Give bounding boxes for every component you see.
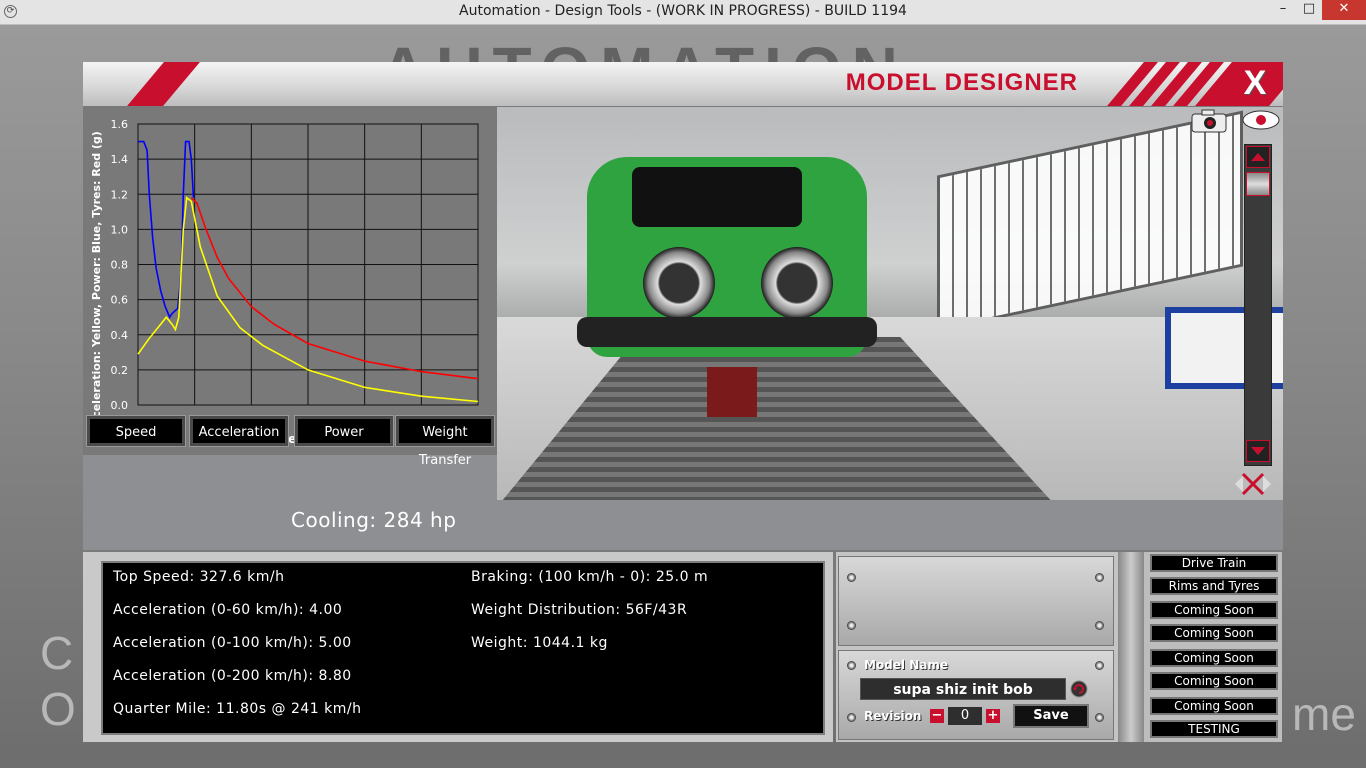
chart-y-tick-label: 0.8	[111, 259, 129, 272]
chevron-up-icon	[1251, 153, 1265, 161]
model-designer-window: MODEL DESIGNER X 0.0 0.2 0.4 0.6 0.8 1.0…	[83, 62, 1283, 550]
chart-y-tick-label: 1.6	[111, 118, 129, 131]
zoom-in-button[interactable]	[1246, 146, 1270, 168]
model-name-label: Model Name	[864, 658, 948, 672]
chart-y-axis-label: Acceleration: Yellow, Power: Blue, Tyres…	[90, 131, 103, 433]
background-text-left: C O	[40, 627, 76, 735]
menu-coming-soon[interactable]: Coming Soon	[1150, 601, 1278, 619]
screw	[1095, 713, 1104, 722]
car-headlamp-left	[643, 247, 715, 319]
stats-screen: Top Speed: 327.6 km/h Acceleration (0-60…	[101, 561, 825, 735]
zoom-out-button[interactable]	[1246, 440, 1270, 462]
menu-testing[interactable]: TESTING	[1150, 720, 1278, 738]
performance-graph-panel: 0.00.20.40.60.81.01.21.41.60102030 Accel…	[83, 107, 497, 455]
minimize-button[interactable]: –	[1270, 0, 1296, 20]
stats-panel: Top Speed: 327.6 km/h Acceleration (0-60…	[83, 552, 833, 742]
screw	[847, 573, 856, 582]
window-title: Automation - Design Tools - (WORK IN PRO…	[459, 3, 907, 19]
chart-series-line-1	[190, 197, 479, 380]
header-stripe	[113, 62, 209, 106]
chart-y-tick-label: 0.0	[111, 399, 129, 412]
car-windscreen	[632, 167, 802, 227]
tab-weight-transfer[interactable]: Weight Transfer	[395, 415, 495, 468]
background-text-right: me	[1292, 688, 1356, 740]
stat-quarter-mile: Quarter Mile: 11.80s @ 241 km/h	[113, 701, 362, 717]
tab-acceleration[interactable]: Acceleration	[189, 415, 289, 447]
car-3d-viewport[interactable]	[497, 107, 1283, 500]
stat-weight: Weight: 1044.1 kg	[471, 635, 608, 651]
chart-y-tick-label: 1.2	[111, 188, 129, 201]
car-headlamp-right	[761, 247, 833, 319]
chart-y-tick-label: 1.0	[111, 223, 129, 236]
menu-coming-soon[interactable]: Coming Soon	[1150, 672, 1278, 690]
camera-icon[interactable]	[1190, 108, 1228, 134]
designer-side-menu: Drive Train Rims and Tyres Coming Soon C…	[1118, 552, 1282, 742]
menu-rims-and-tyres[interactable]: Rims and Tyres	[1150, 577, 1278, 595]
info-plate-top	[838, 556, 1114, 646]
stat-accel-0-200: Acceleration (0-200 km/h): 8.80	[113, 668, 352, 684]
chart-y-tick-label: 0.2	[111, 364, 129, 377]
stat-weight-distribution: Weight Distribution: 56F/43R	[471, 602, 688, 618]
stat-accel-0-100: Acceleration (0-100 km/h): 5.00	[113, 635, 352, 651]
garage-window	[937, 110, 1243, 332]
menu-coming-soon[interactable]: Coming Soon	[1150, 649, 1278, 667]
stat-braking: Braking: (100 km/h - 0): 25.0 m	[471, 569, 709, 585]
chevron-down-icon	[1251, 447, 1265, 455]
revision-decrement-button[interactable]: −	[930, 709, 944, 723]
menu-drive-train[interactable]: Drive Train	[1150, 554, 1278, 572]
eye-icon[interactable]	[1241, 108, 1281, 132]
screw	[1095, 573, 1104, 582]
stat-top-speed: Top Speed: 327.6 km/h	[113, 569, 285, 585]
menu-coming-soon[interactable]: Coming Soon	[1150, 624, 1278, 642]
window-title-bar: ⟳ Automation - Design Tools - (WORK IN P…	[0, 0, 1366, 25]
screw	[1095, 661, 1104, 670]
menu-coming-soon[interactable]: Coming Soon	[1150, 697, 1278, 715]
maximize-button[interactable]: □	[1296, 0, 1322, 20]
revision-value: 0	[948, 707, 982, 725]
screw	[847, 713, 856, 722]
car-bumper	[577, 317, 877, 347]
chart-y-tick-label: 1.4	[111, 153, 129, 166]
reset-view-icon[interactable]	[1233, 470, 1273, 498]
page-title: MODEL DESIGNER	[845, 69, 1078, 96]
screw	[847, 661, 856, 670]
stat-accel-0-60: Acceleration (0-60 km/h): 4.00	[113, 602, 343, 618]
revision-label: Revision	[864, 709, 922, 723]
refresh-name-icon[interactable]	[1070, 680, 1088, 698]
acceleration-chart: 0.00.20.40.60.81.01.21.41.60102030 Accel…	[90, 118, 485, 446]
tab-power[interactable]: Power	[294, 415, 394, 447]
screw	[1095, 621, 1104, 630]
menu-rail	[1118, 552, 1144, 742]
revision-increment-button[interactable]: +	[986, 709, 1000, 723]
designer-header: MODEL DESIGNER X	[83, 62, 1283, 108]
car-model[interactable]	[577, 157, 877, 417]
cooling-readout: Cooling: 284 hp	[291, 508, 457, 532]
car-lift	[707, 367, 757, 417]
close-window-button[interactable]: ✕	[1322, 0, 1366, 20]
chart-y-tick-label: 0.4	[111, 329, 129, 342]
screw	[847, 621, 856, 630]
save-button[interactable]: Save	[1013, 704, 1089, 728]
model-info-panel: Model Name supa shiz init bob Revision −…	[836, 552, 1118, 742]
model-name-field[interactable]: supa shiz init bob	[860, 678, 1066, 700]
zoom-scrollbar-thumb[interactable]	[1246, 172, 1270, 196]
close-designer-button[interactable]: X	[1235, 64, 1275, 102]
tab-speed[interactable]: Speed	[86, 415, 186, 447]
chart-y-tick-label: 0.6	[111, 294, 129, 307]
